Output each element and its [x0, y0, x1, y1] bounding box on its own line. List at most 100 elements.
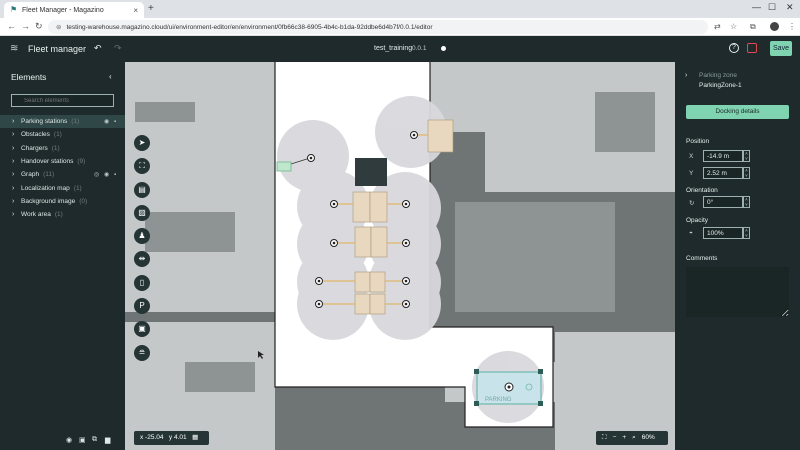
maximize-window-icon[interactable]: ☐ [768, 2, 776, 13]
tree-item-localization-map[interactable]: › Localization map (1) [0, 182, 125, 195]
station-tool-icon[interactable]: ▯ [134, 275, 150, 291]
workarea-tool-icon[interactable]: ≘ [134, 345, 150, 361]
tree-item-label: Localization map [21, 185, 70, 192]
robot-tool-icon[interactable]: ▣ [134, 321, 150, 337]
obstacle-block[interactable] [355, 158, 387, 186]
opacity-stepper[interactable]: ˄ ˅ [743, 227, 750, 239]
extensions-icon[interactable]: ⧉ [750, 22, 756, 32]
docking-details-button[interactable]: Docking details [686, 105, 789, 119]
unsaved-indicator [441, 46, 446, 51]
minimize-window-icon[interactable]: — [752, 2, 761, 12]
chevron-right-icon[interactable]: › [12, 185, 20, 192]
bookmark-star-icon[interactable]: ☆ [730, 22, 737, 31]
tree-item-label: Graph [21, 171, 40, 178]
orientation-stepper[interactable]: ˄ ˅ [743, 196, 750, 208]
copy-icon[interactable]: ⧉ [92, 436, 97, 444]
charger-tool-icon[interactable]: ♟ [134, 228, 150, 244]
chevron-right-icon[interactable]: › [12, 211, 20, 218]
zoom-in-icon[interactable]: + [622, 431, 626, 445]
redo-icon[interactable]: ↷ [114, 43, 122, 54]
app-title: Fleet manager [28, 44, 87, 54]
obstacle-tool-icon[interactable]: ▨ [134, 205, 150, 221]
tree-item-obstacles[interactable]: › Obstacles (1) [0, 128, 125, 141]
back-icon[interactable]: ← [7, 21, 16, 31]
opacity-field[interactable] [703, 227, 743, 239]
coord-x: x -25.04 [140, 434, 164, 441]
position-label: Position [686, 138, 710, 145]
browser-tab-title: Fleet Manager - Magazino [22, 6, 104, 14]
comments-textarea[interactable] [686, 267, 789, 317]
rotate-icon: ↻ [689, 200, 695, 207]
select-tool-icon[interactable]: ➤ [134, 135, 150, 151]
url-field[interactable]: ⊜ testing-warehouse.magazino.cloud/ui/en… [48, 20, 708, 34]
chevron-right-icon[interactable]: › [12, 171, 20, 178]
app-header: ≋ Fleet manager ↶ ↷ test_training 0.0.1 … [0, 36, 800, 62]
charger-marker[interactable] [276, 161, 292, 172]
reload-icon[interactable]: ↻ [35, 21, 43, 32]
position-y-field[interactable] [703, 167, 743, 179]
translate-icon[interactable]: ⇄ [714, 22, 721, 31]
chevron-right-icon[interactable]: › [12, 198, 20, 205]
edge-tool-icon[interactable]: ⇹ [134, 251, 150, 267]
calendar-icon[interactable] [747, 43, 757, 53]
new-tab-button[interactable]: + [148, 3, 154, 14]
close-tab-icon[interactable]: × [133, 6, 138, 15]
lock-icon[interactable]: ▪ [114, 172, 116, 178]
opacity-label: Opacity [686, 217, 709, 224]
chevron-right-icon[interactable]: › [12, 131, 20, 138]
tree-item-background-image[interactable]: › Background image (0) [0, 195, 125, 208]
map-canvas[interactable]: PARKING ➤ ⛶ ▤ ▨ ♟ ⇹ ▯ P ▣ ≘ x -25.04 y 4… [125, 62, 675, 450]
tree-item-chargers[interactable]: › Chargers (1) [0, 142, 125, 155]
visibility-eye-icon[interactable]: ◉ [66, 436, 72, 444]
keyboard-icon[interactable]: ▦ [192, 434, 198, 441]
help-icon[interactable]: ? [729, 43, 739, 53]
properties-panel: › Parking zone ParkingZone-1 Docking det… [675, 62, 800, 450]
tree-item-work-area[interactable]: › Work area (1) [0, 208, 125, 221]
orientation-field[interactable] [703, 196, 743, 208]
y-axis-label: Y [689, 170, 694, 177]
fit-view-icon[interactable]: ⛶ [134, 158, 150, 174]
tree-item-parking-stations[interactable]: › Parking stations (1) ◉ ▪ [0, 115, 125, 128]
tree-item-count: (1) [51, 145, 60, 152]
undo-icon[interactable]: ↶ [94, 43, 102, 54]
graph-settings-icon[interactable]: ◎ [94, 171, 99, 178]
tree-item-label: Handover stations [21, 158, 74, 165]
forward-icon[interactable]: → [21, 21, 30, 31]
save-button[interactable]: Save [770, 41, 792, 56]
project-name[interactable]: test_training [374, 45, 412, 52]
browser-tab[interactable]: ⚑ Fleet Manager - Magazino × [4, 2, 144, 18]
tree-item-handover-stations[interactable]: › Handover stations (9) [0, 155, 125, 168]
close-window-icon[interactable]: ✕ [786, 2, 794, 13]
project-version[interactable]: 0.0.1 [412, 45, 426, 52]
search-elements-input[interactable] [11, 94, 114, 107]
warehouse-map[interactable]: PARKING [125, 62, 675, 450]
expand-panel-icon[interactable]: › [685, 72, 687, 79]
site-info-icon[interactable]: ⊜ [56, 23, 61, 31]
delete-icon[interactable]: ▆ [105, 436, 110, 444]
comment-tool-icon[interactable]: ▤ [134, 182, 150, 198]
tree-item-count: (1) [53, 131, 62, 138]
parking-tool-icon[interactable]: P [134, 298, 150, 314]
chevron-right-icon[interactable]: › [12, 158, 20, 165]
zoom-out-icon[interactable]: − [613, 431, 617, 445]
elements-panel-footer: ◉ ▣ ⧉ ▆ [0, 432, 125, 450]
visibility-eye-icon[interactable]: ◉ [104, 171, 109, 178]
profile-avatar[interactable] [770, 22, 779, 33]
lock-icon[interactable]: ▪ [114, 119, 116, 125]
elements-panel: Elements ‹ ⌕ › Parking stations (1) ◉ ▪ … [0, 62, 125, 450]
chevron-right-icon[interactable]: › [12, 145, 20, 152]
position-x-field[interactable] [703, 150, 743, 162]
layers-logo-icon: ≋ [10, 43, 19, 54]
collapse-panel-icon[interactable]: ‹ [109, 72, 112, 81]
magnifier-icon[interactable]: ⌕ [632, 431, 636, 445]
coord-y: y 4.01 [168, 434, 187, 441]
chevron-right-icon[interactable]: › [12, 118, 20, 125]
position-x-stepper[interactable]: ˄ ˅ [743, 150, 750, 162]
tree-item-label: Parking stations [21, 118, 68, 125]
browser-menu-icon[interactable]: ⋮ [788, 22, 796, 31]
tree-item-graph[interactable]: › Graph (11) ◎ ◉ ▪ [0, 168, 125, 181]
visibility-eye-icon[interactable]: ◉ [104, 118, 109, 125]
lock-icon[interactable]: ▣ [79, 436, 86, 444]
position-y-stepper[interactable]: ˄ ˅ [743, 167, 750, 179]
fullscreen-icon[interactable]: ⛶ [602, 431, 607, 445]
